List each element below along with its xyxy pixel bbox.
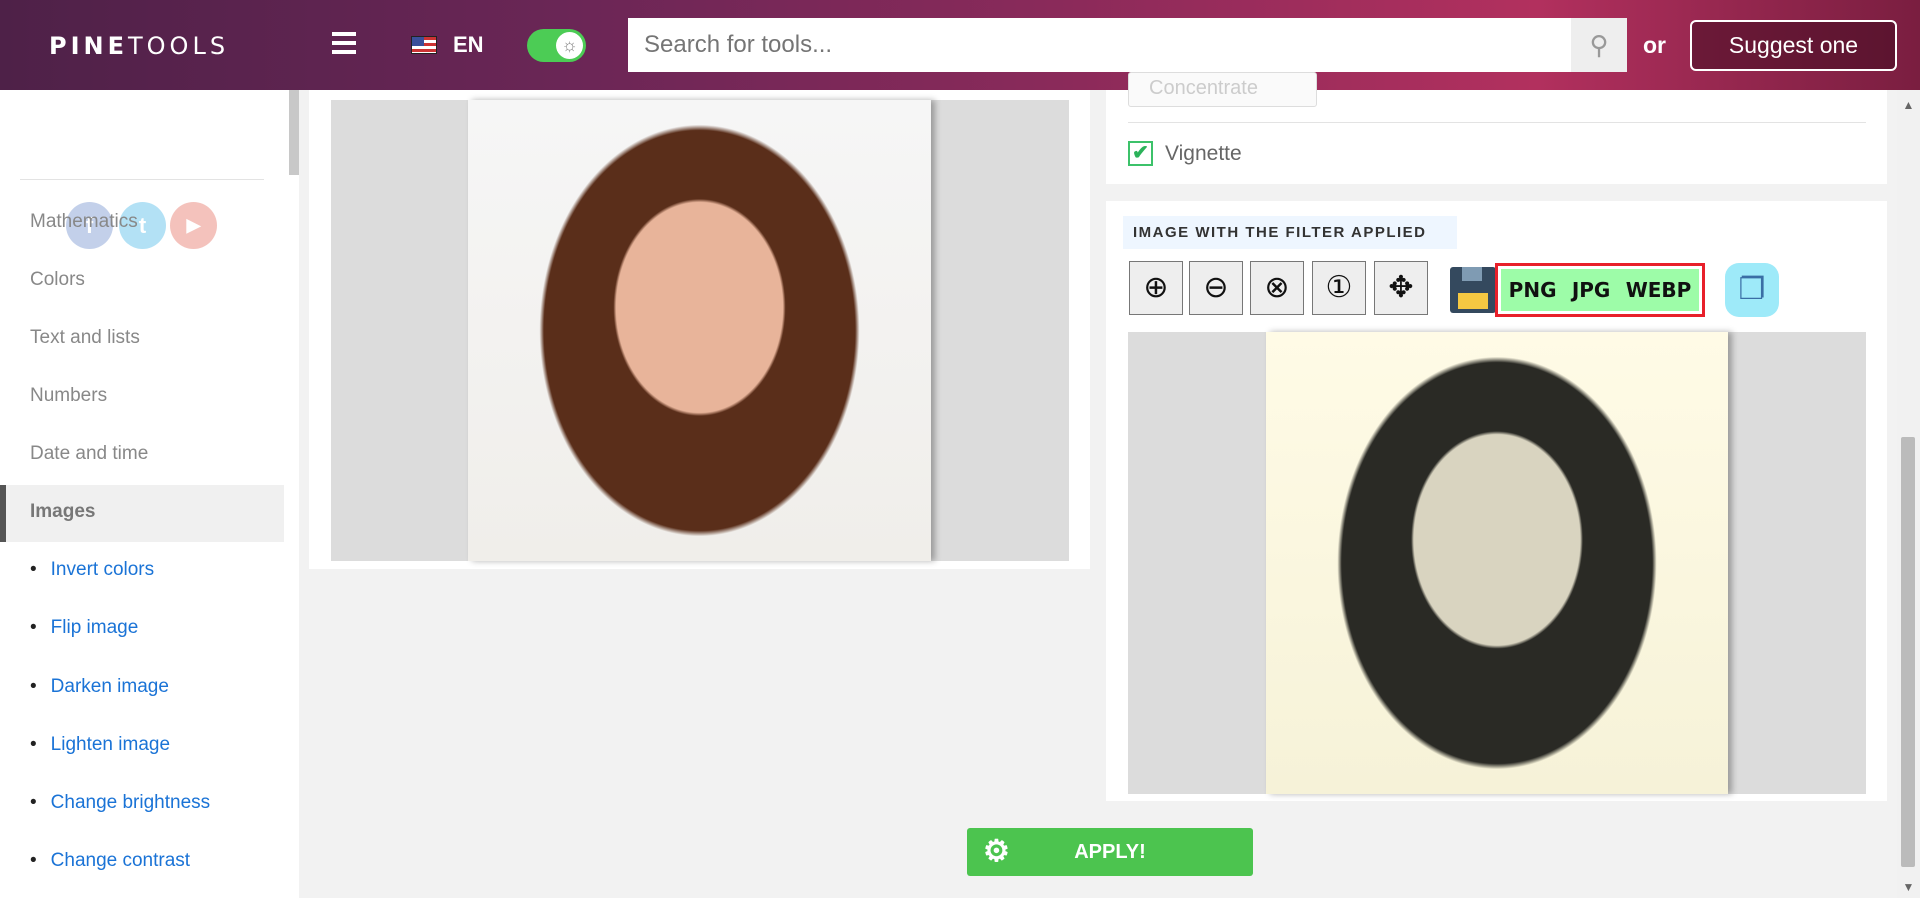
sidebar-item-mathematics[interactable]: Mathematics bbox=[30, 211, 138, 233]
sidebar-subitem-brightness[interactable]: Change brightness bbox=[30, 792, 211, 814]
sidebar-item-text-lists[interactable]: Text and lists bbox=[30, 327, 140, 349]
sidebar-subitem-invert[interactable]: Invert colors bbox=[30, 559, 154, 581]
sidebar-item-date-time[interactable]: Date and time bbox=[30, 443, 148, 465]
vignette-checkbox[interactable]: ✔ bbox=[1128, 141, 1153, 166]
sidebar-subitem-lighten[interactable]: Lighten image bbox=[30, 734, 170, 756]
save-icon bbox=[1450, 267, 1496, 313]
download-png-button[interactable]: PNG bbox=[1509, 278, 1557, 302]
suggest-button[interactable]: Suggest one bbox=[1690, 20, 1897, 71]
scroll-down-icon[interactable]: ▼ bbox=[1897, 880, 1920, 894]
search-input[interactable] bbox=[628, 18, 1571, 72]
menu-icon[interactable] bbox=[332, 32, 356, 54]
zoom-in-icon[interactable]: ⊕ bbox=[1129, 261, 1183, 315]
sidebar-scrollbar[interactable] bbox=[289, 90, 299, 175]
download-webp-button[interactable]: WEBP bbox=[1626, 278, 1692, 302]
result-title: IMAGE WITH THE FILTER APPLIED bbox=[1123, 216, 1457, 249]
zoom-reset-icon[interactable]: ⊗ bbox=[1250, 261, 1304, 315]
gear-icon: ⚙ bbox=[983, 835, 1010, 868]
move-icon[interactable]: ✥ bbox=[1374, 261, 1428, 315]
logo[interactable]: PINETOOLS bbox=[49, 32, 229, 60]
gallery-icon[interactable]: ❐ bbox=[1725, 263, 1779, 317]
zoom-out-icon[interactable]: ⊖ bbox=[1189, 261, 1243, 315]
scrollbar-thumb[interactable] bbox=[1901, 437, 1915, 867]
search-icon[interactable]: ⚲ bbox=[1571, 18, 1627, 72]
sidebar-item-colors[interactable]: Colors bbox=[30, 269, 85, 291]
sidebar-subitem-contrast[interactable]: Change contrast bbox=[30, 850, 190, 872]
scroll-up-icon[interactable]: ▲ bbox=[1897, 98, 1920, 112]
logo-light: TOOLS bbox=[128, 32, 230, 60]
result-image bbox=[1266, 332, 1728, 794]
zoom-actual-size-icon[interactable]: ① bbox=[1312, 261, 1366, 315]
divider bbox=[20, 179, 264, 180]
vignette-label[interactable]: Vignette bbox=[1165, 142, 1242, 166]
or-text: or bbox=[1643, 32, 1666, 58]
download-format-group: PNG JPG WEBP bbox=[1495, 263, 1705, 317]
logo-bold: PINE bbox=[49, 32, 128, 60]
us-flag-icon[interactable] bbox=[411, 36, 437, 54]
original-image bbox=[468, 100, 931, 561]
apply-button[interactable]: ⚙ APPLY! bbox=[967, 828, 1253, 876]
sidebar-subitem-darken[interactable]: Darken image bbox=[30, 676, 169, 698]
sidebar-item-images[interactable]: Images bbox=[30, 501, 95, 523]
sidebar-subitem-flip[interactable]: Flip image bbox=[30, 617, 139, 639]
theme-toggle[interactable] bbox=[527, 29, 586, 62]
sidebar-item-numbers[interactable]: Numbers bbox=[30, 385, 107, 407]
divider bbox=[1128, 122, 1866, 123]
language-selector[interactable]: EN bbox=[453, 32, 484, 58]
apply-label: APPLY! bbox=[1074, 841, 1146, 863]
concentrate-button[interactable]: Concentrate bbox=[1128, 72, 1317, 107]
download-jpg-button[interactable]: JPG bbox=[1572, 278, 1611, 302]
youtube-icon[interactable]: ▶ bbox=[170, 202, 217, 249]
